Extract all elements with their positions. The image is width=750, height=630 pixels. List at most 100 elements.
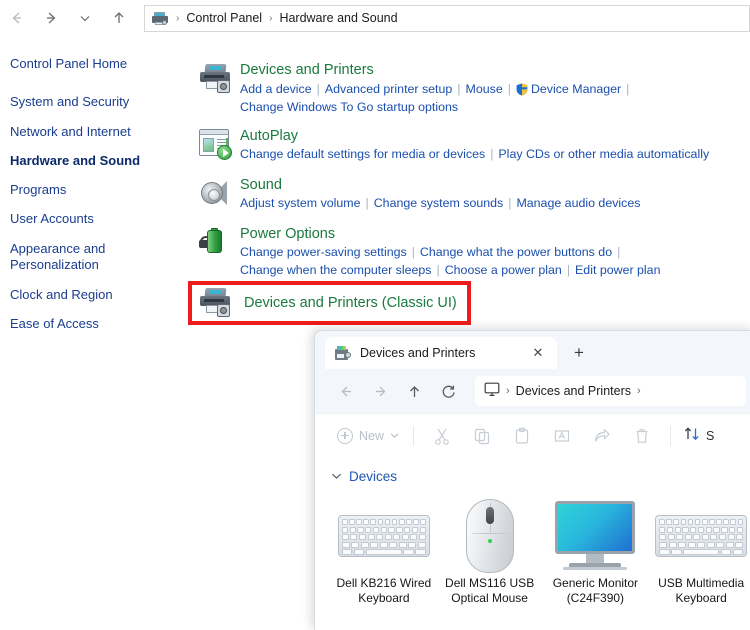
category-title[interactable]: Sound — [240, 177, 282, 194]
monitor-icon — [543, 496, 649, 576]
link-change-windows-to-go-startup-options[interactable]: Change Windows To Go startup options — [240, 100, 458, 114]
sidebar-item-clock-and-region[interactable]: Clock and Region — [10, 287, 185, 303]
link-devices-and-printers-classic-ui[interactable]: Devices and Printers (Classic UI) — [244, 295, 457, 311]
link-divider: | — [361, 196, 374, 210]
link-change-system-sounds[interactable]: Change system sounds — [374, 196, 504, 210]
up-button[interactable] — [102, 2, 136, 34]
close-icon[interactable]: ✕ — [527, 342, 549, 364]
toolbar-divider — [670, 426, 671, 446]
link-divider: | — [503, 196, 516, 210]
sidebar-item-network-and-internet[interactable]: Network and Internet — [10, 124, 185, 140]
link-divider: | — [503, 82, 516, 96]
tab-devices-and-printers[interactable]: Devices and Printers ✕ — [325, 337, 557, 369]
address-bar[interactable]: › Control Panel › Hardware and Sound — [144, 5, 750, 32]
link-advanced-printer-setup[interactable]: Advanced printer setup — [325, 82, 452, 96]
new-tab-icon[interactable]: + — [567, 342, 591, 364]
printer-icon — [198, 287, 238, 319]
device-label: USB Multimedia Keyboard — [648, 576, 750, 606]
category-title[interactable]: AutoPlay — [240, 128, 298, 145]
chevron-down-icon[interactable] — [331, 471, 342, 483]
sidebar-item-user-accounts[interactable]: User Accounts — [10, 211, 185, 227]
link-change-what-the-power-buttons-do[interactable]: Change what the power buttons do — [420, 245, 612, 259]
delete-icon[interactable] — [622, 421, 662, 451]
breadcrumb-separator-trailing[interactable]: › — [637, 385, 641, 397]
category-title[interactable]: Power Options — [240, 226, 335, 243]
category-sound: Sound Adjust system volume|Change system… — [196, 175, 750, 215]
breadcrumb-devices-and-printers[interactable]: Devices and Printers — [516, 384, 631, 398]
keyboard-icon — [648, 496, 750, 576]
rename-icon[interactable] — [542, 421, 582, 451]
highlight-box-devices-and-printers-classic-ui: Devices and Printers (Classic UI) — [188, 281, 471, 325]
mouse-icon — [437, 496, 543, 576]
link-adjust-system-volume[interactable]: Adjust system volume — [240, 196, 361, 210]
command-toolbar: New S — [315, 413, 750, 457]
link-change-default-settings-for-media-or-devices[interactable]: Change default settings for media or dev… — [240, 147, 485, 161]
copy-icon[interactable] — [462, 421, 502, 451]
link-change-when-the-computer-sleeps[interactable]: Change when the computer sleeps — [240, 263, 432, 277]
cut-icon[interactable] — [422, 421, 462, 451]
category-links-row: Change power-saving settings|Change what… — [240, 244, 750, 262]
new-button[interactable]: New — [331, 424, 405, 448]
link-change-power-saving-settings[interactable]: Change power-saving settings — [240, 245, 407, 259]
sidebar-item-control-panel-home[interactable]: Control Panel Home — [10, 56, 185, 72]
back-button[interactable] — [329, 376, 363, 406]
category-links-row: Adjust system volume|Change system sound… — [240, 195, 750, 213]
link-divider: | — [485, 147, 498, 161]
category-links-row: Change Windows To Go startup options — [240, 99, 750, 117]
plus-icon — [337, 428, 353, 444]
tab-label: Devices and Printers — [360, 346, 527, 360]
breadcrumb-hardware-and-sound[interactable]: Hardware and Sound — [279, 11, 397, 25]
sidebar: Control Panel Home System and Security N… — [10, 56, 185, 345]
category-autoplay: AutoPlay Change default settings for med… — [196, 126, 750, 166]
back-button[interactable] — [0, 2, 34, 34]
sidebar-item-ease-of-access[interactable]: Ease of Access — [10, 316, 185, 332]
sidebar-item-hardware-and-sound[interactable]: Hardware and Sound — [10, 153, 185, 169]
sort-icon — [683, 425, 701, 446]
monitor-icon — [484, 382, 500, 400]
paste-icon[interactable] — [502, 421, 542, 451]
link-edit-power-plan[interactable]: Edit power plan — [575, 263, 660, 277]
group-header-devices[interactable]: Devices — [331, 469, 750, 484]
speaker-icon — [196, 175, 240, 215]
link-divider: | — [407, 245, 420, 259]
link-mouse[interactable]: Mouse — [466, 82, 503, 96]
group-label: Devices — [349, 469, 397, 484]
device-item[interactable]: Generic Monitor (C24F390) — [543, 496, 649, 606]
share-icon[interactable] — [582, 421, 622, 451]
breadcrumb-control-panel[interactable]: Control Panel — [186, 11, 262, 25]
up-button[interactable] — [397, 376, 431, 406]
link-manage-audio-devices[interactable]: Manage audio devices — [516, 196, 640, 210]
device-item[interactable]: USB Multimedia Keyboard — [648, 496, 750, 606]
toolbar-divider — [413, 426, 414, 446]
link-divider: | — [562, 263, 575, 277]
forward-button[interactable] — [34, 2, 68, 34]
uac-shield-icon — [516, 83, 528, 96]
breadcrumb-separator: › — [506, 385, 510, 397]
sort-label: S — [706, 429, 714, 443]
link-divider: | — [312, 82, 325, 96]
control-panel-navbar: › Control Panel › Hardware and Sound — [0, 0, 750, 36]
link-play-cds-or-other-media-automatically[interactable]: Play CDs or other media automatically — [498, 147, 709, 161]
device-item[interactable]: Dell KB216 Wired Keyboard — [331, 496, 437, 606]
content-area: Devices Dell KB216 Wired Keyboard — [315, 457, 750, 630]
sidebar-item-appearance-and-personalization[interactable]: Appearance and Personalization — [10, 241, 130, 274]
category-links-row: Change default settings for media or dev… — [240, 146, 750, 164]
link-add-a-device[interactable]: Add a device — [240, 82, 312, 96]
refresh-icon[interactable] — [431, 376, 465, 406]
recent-locations-button[interactable] — [68, 2, 102, 34]
forward-button[interactable] — [363, 376, 397, 406]
sidebar-item-system-and-security[interactable]: System and Security — [10, 94, 185, 110]
link-device-manager[interactable]: Device Manager — [531, 82, 621, 96]
category-title[interactable]: Devices and Printers — [240, 62, 374, 79]
device-item[interactable]: Dell MS116 USB Optical Mouse — [437, 496, 543, 606]
address-bar[interactable]: › Devices and Printers › — [475, 376, 746, 406]
link-divider: | — [452, 82, 465, 96]
battery-power-icon — [196, 224, 240, 264]
category-links-row: Add a device|Advanced printer setup|Mous… — [240, 81, 750, 99]
tab-strip: Devices and Printers ✕ + — [315, 331, 750, 369]
autoplay-icon — [196, 126, 240, 166]
link-choose-a-power-plan[interactable]: Choose a power plan — [445, 263, 562, 277]
sidebar-item-programs[interactable]: Programs — [10, 182, 185, 198]
sort-button[interactable]: S — [679, 425, 714, 446]
category-list: Devices and Printers Add a device|Advanc… — [196, 60, 750, 289]
